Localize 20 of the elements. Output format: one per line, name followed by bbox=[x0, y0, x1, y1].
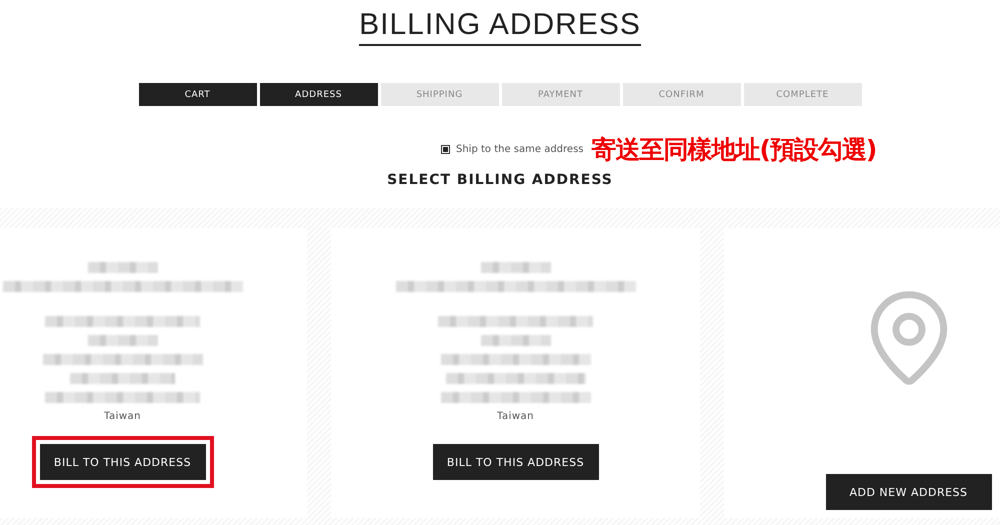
page-title: BILLING ADDRESS bbox=[359, 8, 641, 46]
blurred-text bbox=[480, 262, 550, 273]
checkout-step: CONFIRM bbox=[622, 83, 740, 106]
checkout-step: SHIPPING bbox=[380, 83, 498, 106]
blurred-text bbox=[480, 335, 550, 346]
add-address-button[interactable]: ADD NEW ADDRESS bbox=[826, 474, 992, 510]
checkbox-label: Ship to the same address bbox=[456, 144, 584, 154]
section-title: SELECT BILLING ADDRESS bbox=[387, 172, 613, 188]
annotation-text: 寄送至同樣地址(預設勾選) bbox=[592, 134, 876, 166]
checkout-step: ADDRESS bbox=[260, 83, 378, 106]
checkout-step: COMPLETE bbox=[744, 83, 862, 106]
country-text: Taiwan bbox=[496, 411, 534, 422]
bill-address-button[interactable]: BILL TO THIS ADDRESS bbox=[432, 444, 598, 480]
bill-address-button[interactable]: BILL TO THIS ADDRESS bbox=[40, 444, 206, 480]
checkout-step: PAYMENT bbox=[502, 83, 620, 106]
blurred-text bbox=[88, 262, 158, 273]
checkout-step: CART bbox=[138, 83, 256, 106]
country-text: Taiwan bbox=[104, 411, 141, 422]
checkbox[interactable] bbox=[441, 144, 450, 154]
blurred-text bbox=[88, 335, 158, 346]
